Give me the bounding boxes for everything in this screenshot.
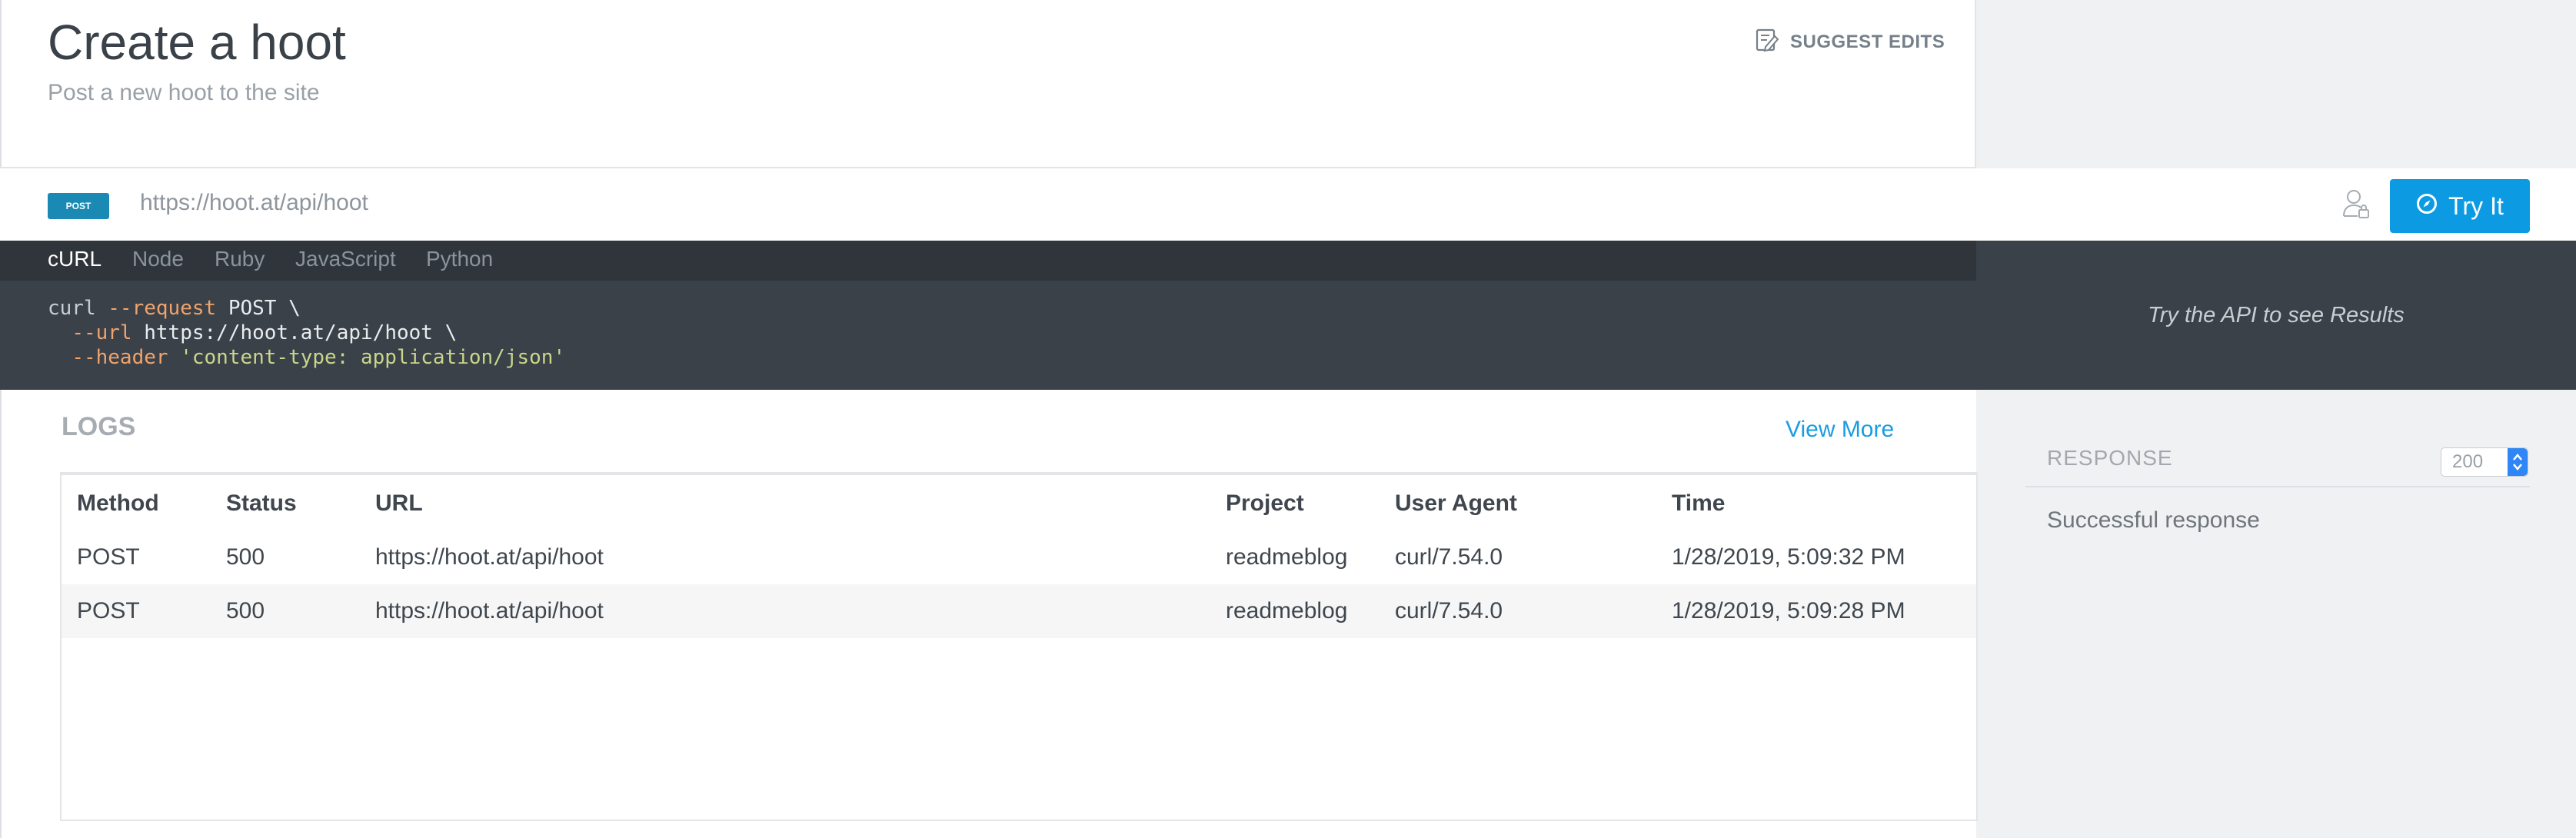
response-divider [2025,486,2530,487]
language-tabs: cURL Node Ruby JavaScript Python [0,241,1976,281]
code-token: --request [108,297,217,320]
endpoint-url: https://hoot.at/api/hoot [140,190,368,215]
cell-method: POST [77,544,140,570]
code-snippet: curl --request POST \ --url https://hoot… [48,296,565,370]
code-line: --url https://hoot.at/api/hoot \ [48,321,565,345]
code-token: --header [72,346,168,369]
code-token: --url [72,321,132,344]
cell-url: https://hoot.at/api/hoot [375,544,604,570]
logs-heading: LOGS [62,412,136,441]
tab-curl[interactable]: cURL [48,247,102,271]
user-lock-icon[interactable] [2342,188,2370,223]
code-line: curl --request POST \ [48,296,565,321]
cell-project: readmeblog [1226,544,1348,570]
try-it-label: Try It [2448,191,2504,220]
table-row[interactable]: POST 500 https://hoot.at/api/hoot readme… [62,530,1976,584]
tab-ruby[interactable]: Ruby [215,247,265,271]
response-label: RESPONSE [2047,446,2173,470]
suggest-edits-button[interactable]: SUGGEST EDITS [1755,28,1945,56]
endpoint-bar: POST https://hoot.at/api/hoot Try It [0,168,2576,241]
cell-status: 500 [226,544,265,570]
column-header-method: Method [77,490,159,516]
tab-javascript[interactable]: JavaScript [295,247,396,271]
code-token: 'content-type: application/json' [168,346,566,369]
response-status-select[interactable]: 200 [2441,447,2528,477]
code-token: POST \ [216,297,301,320]
tab-node[interactable]: Node [132,247,184,271]
cell-url: https://hoot.at/api/hoot [375,598,604,624]
code-token: curl [48,297,108,320]
try-it-button[interactable]: Try It [2390,179,2530,233]
header-panel-divider [1975,0,1976,168]
response-description: Successful response [2047,507,2260,533]
edit-note-icon [1755,28,1779,56]
suggest-edits-label: SUGGEST EDITS [1790,31,1945,52]
response-side-panel [1976,0,2576,838]
code-token: https://hoot.at/api/hoot \ [131,321,458,344]
cell-time: 1/28/2019, 5:09:28 PM [1672,598,1905,624]
page-title: Create a hoot [48,15,346,70]
results-placeholder: Try the API to see Results [2148,302,2405,328]
method-badge: POST [48,193,109,219]
column-header-project: Project [1226,490,1304,516]
table-row[interactable]: POST 500 https://hoot.at/api/hoot readme… [62,584,1976,638]
updown-chevron-icon [2508,448,2528,476]
cell-project: readmeblog [1226,598,1348,624]
cell-method: POST [77,598,140,624]
status-select-value: 200 [2452,451,2484,472]
column-header-status: Status [226,490,297,516]
cell-user-agent: curl/7.54.0 [1395,598,1503,624]
column-header-time: Time [1672,490,1726,516]
code-line: --header 'content-type: application/json… [48,345,565,370]
code-sample-area: cURL Node Ruby JavaScript Python curl --… [0,241,2576,390]
left-border [0,0,2,838]
column-header-url: URL [375,490,423,516]
page-subtitle: Post a new hoot to the site [48,80,320,105]
column-header-user-agent: User Agent [1395,490,1517,516]
tab-python[interactable]: Python [426,247,493,271]
cell-time: 1/28/2019, 5:09:32 PM [1672,544,1905,570]
logs-table: Method Status URL Project User Agent Tim… [60,472,1978,821]
view-more-link[interactable]: View More [1786,417,1894,443]
cell-status: 500 [226,598,265,624]
compass-icon [2416,192,2438,221]
cell-user-agent: curl/7.54.0 [1395,544,1503,570]
